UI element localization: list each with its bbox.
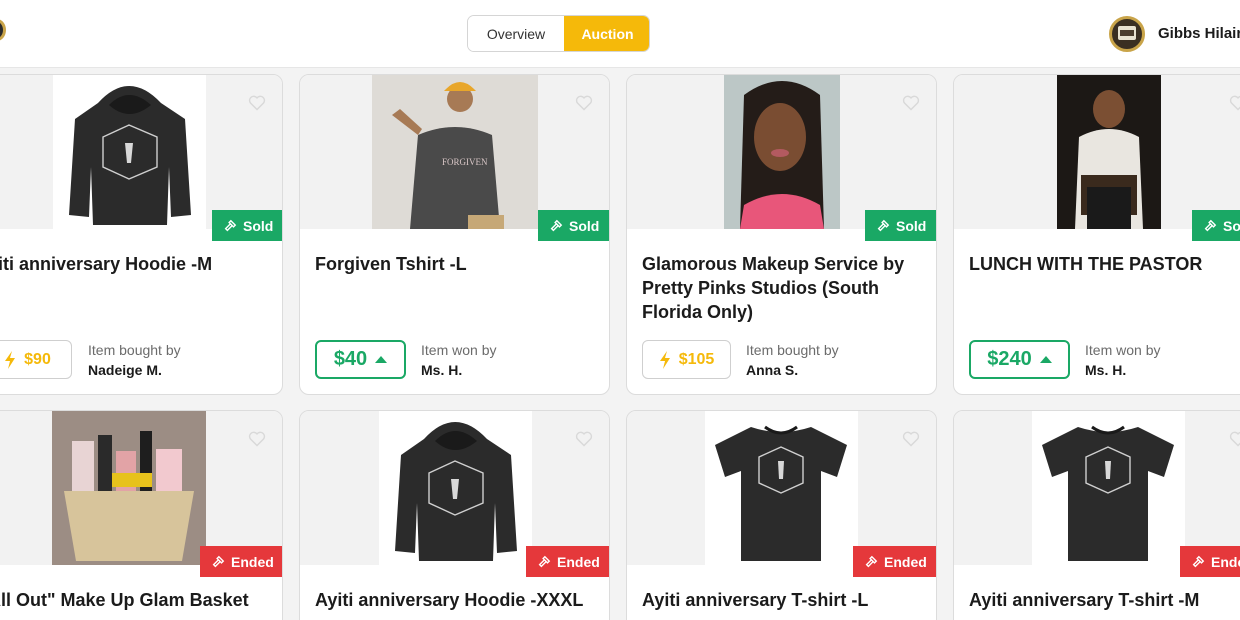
gavel-icon: [1204, 219, 1217, 231]
item-title[interactable]: Ayiti anniversary T-shirt -M: [969, 588, 1240, 612]
auction-item-card[interactable]: Ende Ayiti anniversary T-shirt -M: [953, 410, 1240, 620]
status-label: Sold: [569, 217, 600, 234]
item-title[interactable]: yiti anniversary Hoodie -M: [0, 252, 273, 276]
caret-up-icon: [375, 356, 388, 363]
caret-up-icon: [1039, 356, 1052, 363]
item-image: [52, 411, 206, 565]
favorite-heart-icon[interactable]: [248, 431, 266, 447]
buyer-label: Item won by: [1085, 342, 1161, 358]
gavel-icon: [865, 555, 878, 567]
auction-item-card[interactable]: So LUNCH WITH THE PASTOR $240 Item won b…: [953, 74, 1240, 395]
avatar[interactable]: [1109, 16, 1145, 52]
org-logo[interactable]: [0, 19, 6, 41]
svg-text:FORGIVEN: FORGIVEN: [442, 157, 488, 167]
status-badge-ended[interactable]: Ended: [200, 546, 282, 577]
favorite-heart-icon[interactable]: [1229, 95, 1240, 111]
item-image: [1057, 75, 1161, 229]
item-title[interactable]: Forgiven Tshirt -L: [315, 252, 600, 276]
buyer-name: Nadeige M.: [88, 362, 162, 378]
status-label: Ende: [1211, 553, 1240, 570]
auction-item-card[interactable]: Ended Ayiti anniversary Hoodie -XXXL: [299, 410, 610, 620]
tab-overview[interactable]: Overview: [468, 16, 564, 51]
price-value: $240: [987, 348, 1032, 370]
status-label: So: [1223, 217, 1240, 234]
gavel-icon: [538, 555, 551, 567]
price-value: $90: [24, 350, 51, 368]
status-label: Ended: [557, 553, 600, 570]
favorite-heart-icon[interactable]: [902, 431, 920, 447]
status-badge-ended[interactable]: Ended: [853, 546, 936, 577]
auction-item-card[interactable]: FORGIVEN Sold Forgiven Tshirt -L $40 Ite…: [299, 74, 610, 395]
item-image: [53, 75, 206, 229]
avatar-image-detail: [1120, 30, 1134, 36]
lightning-bolt-icon: [5, 350, 16, 369]
user-name[interactable]: Gibbs Hilair: [1158, 25, 1240, 42]
status-badge-ended[interactable]: Ende: [1180, 546, 1240, 577]
item-title[interactable]: All Out" Make Up Glam Basket: [0, 588, 273, 612]
buyer-name: Ms. H.: [1085, 362, 1127, 378]
buy-now-price[interactable]: $105: [642, 340, 731, 379]
buyer-name: Anna S.: [746, 362, 799, 378]
item-image: [705, 411, 858, 565]
gavel-icon: [550, 219, 563, 231]
item-title[interactable]: Glamorous Makeup Service by Pretty Pinks…: [642, 252, 927, 324]
item-image: [379, 411, 532, 565]
item-title[interactable]: Ayiti anniversary Hoodie -XXXL: [315, 588, 600, 612]
winning-bid-price[interactable]: $240: [969, 340, 1070, 379]
auction-item-card[interactable]: Ended All Out" Make Up Glam Basket: [0, 410, 283, 620]
favorite-heart-icon[interactable]: [902, 95, 920, 111]
auction-item-card[interactable]: Ended Ayiti anniversary T-shirt -L: [626, 410, 937, 620]
item-image: [724, 75, 840, 229]
gavel-icon: [1192, 555, 1205, 567]
favorite-heart-icon[interactable]: [248, 95, 266, 111]
top-bar: Overview Auction Gibbs Hilair: [0, 0, 1240, 68]
item-title[interactable]: Ayiti anniversary T-shirt -L: [642, 588, 927, 612]
auction-item-card[interactable]: Sold yiti anniversary Hoodie -M $90 Item…: [0, 74, 283, 395]
status-badge-sold[interactable]: Sold: [212, 210, 282, 241]
favorite-heart-icon[interactable]: [575, 95, 593, 111]
item-image: FORGIVEN: [372, 75, 538, 229]
status-label: Sold: [896, 217, 927, 234]
price-value: $105: [678, 350, 715, 368]
tab-auction[interactable]: Auction: [564, 16, 649, 51]
status-badge-sold[interactable]: So: [1192, 210, 1240, 241]
auction-item-card[interactable]: Sold Glamorous Makeup Service by Pretty …: [626, 74, 937, 395]
item-title[interactable]: LUNCH WITH THE PASTOR: [969, 252, 1240, 276]
buyer-label: Item won by: [421, 342, 497, 358]
status-label: Ended: [231, 553, 274, 570]
view-toggle: Overview Auction: [467, 15, 650, 52]
buyer-label: Item bought by: [746, 342, 839, 358]
lightning-bolt-icon: [659, 350, 670, 369]
buy-now-price[interactable]: $90: [0, 340, 72, 379]
status-badge-ended[interactable]: Ended: [526, 546, 609, 577]
buyer-label: Item bought by: [88, 342, 181, 358]
gavel-icon: [224, 219, 237, 231]
gavel-icon: [877, 219, 890, 231]
winning-bid-price[interactable]: $40: [315, 340, 406, 379]
status-label: Sold: [243, 217, 274, 234]
price-value: $40: [333, 348, 368, 370]
status-label: Ended: [884, 553, 927, 570]
favorite-heart-icon[interactable]: [1229, 431, 1240, 447]
favorite-heart-icon[interactable]: [575, 431, 593, 447]
status-badge-sold[interactable]: Sold: [538, 210, 609, 241]
gavel-icon: [212, 555, 225, 567]
buyer-name: Ms. H.: [421, 362, 463, 378]
status-badge-sold[interactable]: Sold: [865, 210, 936, 241]
item-image: [1032, 411, 1185, 565]
